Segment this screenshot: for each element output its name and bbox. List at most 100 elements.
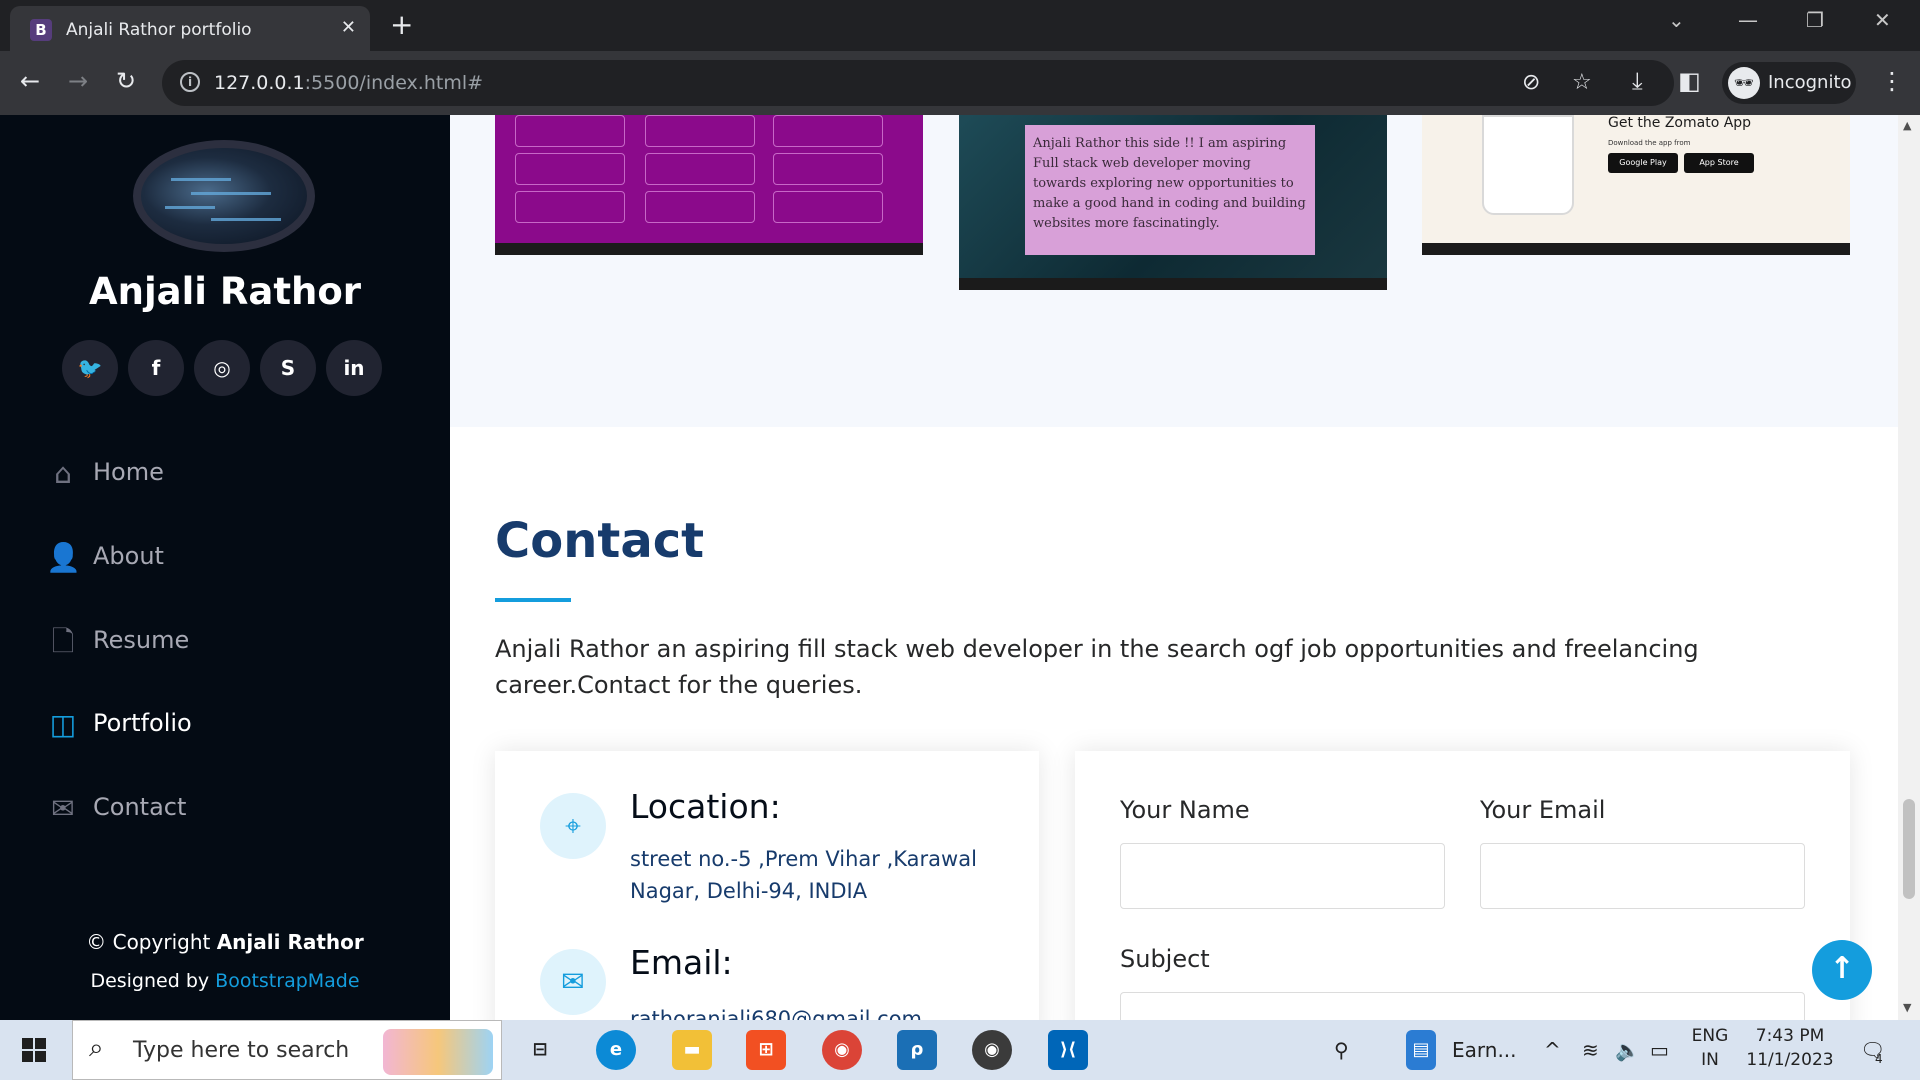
- zomato-subtitle: Download the app from: [1608, 139, 1691, 147]
- portfolio-thumbnail-2[interactable]: Anjali Rathor this side !! I am aspiring…: [959, 115, 1387, 290]
- phone-mockup: [1482, 115, 1574, 215]
- wifi-icon[interactable]: ≋: [1582, 1038, 1599, 1062]
- tab-title: Anjali Rathor portfolio: [66, 20, 252, 40]
- person-icon: 👤: [46, 541, 81, 574]
- reload-icon[interactable]: ↻: [116, 67, 136, 95]
- forward-arrow-icon[interactable]: →: [68, 67, 88, 95]
- windows-taskbar: ⌕ Type here to search ⊟ e ▬ ⊞ ◉ ρ ◉ ⟩⟨ ⚲…: [0, 1020, 1920, 1080]
- linkedin-icon[interactable]: in: [326, 340, 382, 396]
- envelope-icon: ✉: [51, 792, 75, 825]
- kebab-menu-icon[interactable]: ⋮: [1880, 67, 1904, 95]
- scroll-down-icon[interactable]: ▼: [1903, 1001, 1911, 1014]
- instagram-icon[interactable]: ◎: [194, 340, 250, 396]
- people-search-icon[interactable]: ⚲: [1334, 1038, 1349, 1062]
- chrome-incognito-icon[interactable]: ◉: [972, 1030, 1012, 1070]
- running-app-label[interactable]: Earn...: [1452, 1038, 1517, 1062]
- bootstrap-favicon-icon: B: [30, 19, 52, 41]
- subject-label: Subject: [1120, 945, 1210, 973]
- site-info-icon[interactable]: i: [180, 72, 200, 92]
- nav-label: Resume: [93, 626, 190, 654]
- facebook-icon[interactable]: f: [128, 340, 184, 396]
- vscode-icon[interactable]: ⟩⟨: [1048, 1030, 1088, 1070]
- twitter-icon[interactable]: 🐦: [62, 340, 118, 396]
- tab-search-chevron-icon[interactable]: ⌄: [1668, 8, 1685, 32]
- bookmark-star-icon[interactable]: ☆: [1572, 70, 1592, 95]
- notification-count: 4: [1875, 1052, 1883, 1066]
- portfolio-thumbnail-3[interactable]: Get the Zomato App Download the app from…: [1422, 115, 1850, 255]
- edge-icon[interactable]: e: [596, 1030, 636, 1070]
- windows-start-icon[interactable]: [22, 1038, 47, 1063]
- email-text: rathoranjali680@gmail.com: [630, 1007, 923, 1020]
- clock[interactable]: 7:43 PM 11/1/2023: [1740, 1026, 1840, 1070]
- side-panel-icon[interactable]: ◧: [1678, 67, 1701, 95]
- credits: Designed by BootstrapMade: [90, 970, 360, 992]
- remote-app-icon[interactable]: ρ: [897, 1030, 937, 1070]
- location-text: street no.-5 ,Prem Vihar ,Karawal Nagar,…: [630, 847, 977, 903]
- new-tab-plus-icon[interactable]: +: [390, 8, 413, 41]
- profile-name: Anjali Rathor: [88, 270, 362, 313]
- scroll-up-icon[interactable]: ▲: [1903, 119, 1911, 132]
- page-scrollbar[interactable]: ▲ ▼: [1898, 115, 1920, 1020]
- microsoft-store-icon[interactable]: ⊞: [746, 1030, 786, 1070]
- language-indicator[interactable]: ENG IN: [1690, 1026, 1730, 1070]
- profile-avatar: [133, 140, 315, 252]
- incognito-icon: 🕶: [1728, 67, 1760, 99]
- nav-resume[interactable]: 🗋 Resume: [46, 620, 426, 664]
- home-icon: ⌂: [54, 457, 72, 490]
- contact-info-box: ⌖ Location: street no.-5 ,Prem Vihar ,Ka…: [495, 751, 1039, 1020]
- task-view-icon[interactable]: ⊟: [520, 1030, 560, 1070]
- nav-portfolio[interactable]: ◫ Portfolio: [46, 703, 426, 747]
- close-window-icon[interactable]: ✕: [1874, 8, 1891, 32]
- back-to-top-button[interactable]: ↑: [1812, 940, 1872, 1000]
- nav-contact[interactable]: ✉ Contact: [46, 787, 426, 831]
- address-bar[interactable]: i 127.0.0.1:5500/index.html# ⊘ ☆: [162, 60, 1674, 106]
- chrome-icon[interactable]: ◉: [822, 1030, 862, 1070]
- portfolio-section: Anjali Rathor this side !! I am aspiring…: [450, 115, 1898, 427]
- bootstrapmade-link[interactable]: BootstrapMade: [215, 970, 359, 992]
- browser-tab[interactable]: B Anjali Rathor portfolio ✕: [10, 6, 370, 51]
- document-app-icon[interactable]: ▤: [1406, 1030, 1436, 1070]
- back-arrow-icon[interactable]: ←: [20, 67, 40, 95]
- battery-icon[interactable]: ▭: [1650, 1038, 1669, 1062]
- sidebar: Anjali Rathor 🐦 f ◎ S in ⌂ Home 👤 About …: [0, 115, 450, 1020]
- taskbar-search[interactable]: ⌕ Type here to search: [72, 1020, 502, 1080]
- close-tab-icon[interactable]: ✕: [341, 17, 356, 38]
- subject-field[interactable]: [1120, 992, 1805, 1020]
- location-pin-icon: ⌖: [540, 793, 606, 859]
- minimize-icon[interactable]: —: [1738, 8, 1758, 32]
- scroll-thumb[interactable]: [1903, 799, 1915, 899]
- skype-icon[interactable]: S: [260, 340, 316, 396]
- nav-home[interactable]: ⌂ Home: [46, 452, 426, 496]
- google-play-badge: Google Play: [1608, 153, 1678, 173]
- nav-label: About: [93, 542, 164, 570]
- portfolio-icon: ◫: [49, 708, 77, 741]
- search-icon: ⌕: [89, 1033, 104, 1063]
- app-store-badge: App Store: [1684, 153, 1754, 173]
- name-label: Your Name: [1120, 796, 1250, 824]
- browser-toolbar: ← → ↻ i 127.0.0.1:5500/index.html# ⊘ ☆ ⤓…: [0, 51, 1920, 115]
- nav-label: Portfolio: [93, 709, 192, 737]
- incognito-profile-button[interactable]: 🕶 Incognito: [1722, 62, 1856, 104]
- email-heading: Email:: [630, 943, 733, 982]
- file-icon: 🗋: [51, 625, 75, 658]
- incognito-label: Incognito: [1768, 72, 1852, 93]
- search-highlight-art: [383, 1029, 493, 1075]
- portfolio-card-text: Anjali Rathor this side !! I am aspiring…: [1025, 125, 1315, 255]
- taskbar-search-placeholder: Type here to search: [133, 1038, 350, 1063]
- file-explorer-icon[interactable]: ▬: [672, 1030, 712, 1070]
- show-hidden-icons-chevron[interactable]: ^: [1544, 1038, 1561, 1062]
- url-text: 127.0.0.1:5500/index.html#: [214, 72, 484, 94]
- nav-label: Home: [93, 458, 164, 486]
- restore-icon[interactable]: ❐: [1806, 8, 1824, 32]
- copyright: © Copyright Anjali Rathor: [86, 930, 364, 954]
- portfolio-thumbnail-1[interactable]: [495, 115, 923, 255]
- name-field[interactable]: [1120, 843, 1445, 909]
- contact-form: Your Name Your Email Subject: [1075, 751, 1850, 1020]
- nav-about[interactable]: 👤 About: [46, 536, 426, 580]
- download-icon[interactable]: ⤓: [1632, 67, 1643, 95]
- eye-slash-icon[interactable]: ⊘: [1522, 70, 1540, 95]
- email-field[interactable]: [1480, 843, 1805, 909]
- envelope-icon: ✉: [540, 949, 606, 1015]
- volume-icon[interactable]: 🔈: [1615, 1038, 1640, 1062]
- location-heading: Location:: [630, 787, 781, 826]
